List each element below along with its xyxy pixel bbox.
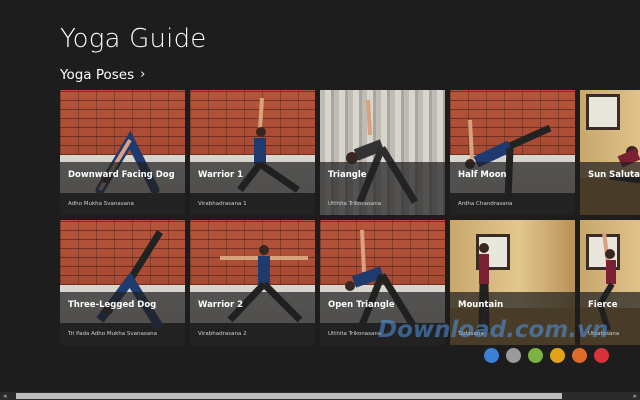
chevron-right-icon: ›: [140, 66, 146, 82]
pose-sanskrit-name: Ardha Chandrasana: [458, 201, 513, 207]
pose-sanskrit-name: Adho Mukha Svanasana: [68, 201, 134, 207]
pose-caption: Warrior 2 Virabhadrasana 2: [190, 292, 315, 345]
watermark-dot: [550, 348, 565, 363]
pose-tile-downward-facing-dog[interactable]: Downward Facing Dog Adho Mukha Svanasana: [60, 90, 185, 215]
section-header-yoga-poses[interactable]: Yoga Poses ›: [60, 67, 145, 83]
watermark-dot: [594, 348, 609, 363]
watermark-text: Download.com.vn: [378, 317, 609, 343]
pose-name: Sun Salutation: [588, 170, 640, 180]
pose-sanskrit-name: Utthita Trikonasana: [328, 331, 382, 337]
scroll-right-arrow-icon[interactable]: ▸: [633, 392, 637, 400]
pose-tile-triangle[interactable]: Triangle Utthita Trikonasana: [320, 90, 445, 215]
horizontal-scrollbar[interactable]: ◂ ▸: [0, 392, 640, 400]
pose-sanskrit-name: Virabhadrasana 2: [198, 331, 247, 337]
pose-caption: Downward Facing Dog Adho Mukha Svanasana: [60, 162, 185, 215]
pose-name: Open Triangle: [328, 300, 395, 310]
watermark-dot: [572, 348, 587, 363]
watermark-dot: [506, 348, 521, 363]
poses-grid: Downward Facing Dog Adho Mukha Svanasana…: [60, 90, 640, 345]
pose-name: Triangle: [328, 170, 367, 180]
pose-name: Fierce: [588, 300, 618, 310]
scroll-left-arrow-icon[interactable]: ◂: [3, 392, 7, 400]
section-label: Yoga Poses: [60, 67, 135, 83]
pose-caption: Triangle Utthita Trikonasana: [320, 162, 445, 215]
watermark-dot: [484, 348, 499, 363]
pose-name: Mountain: [458, 300, 504, 310]
watermark-dot: [528, 348, 543, 363]
pose-tile-sun-salutation[interactable]: Sun Salutation: [580, 90, 640, 215]
pose-caption: Warrior 1 Virabhadrasana 1: [190, 162, 315, 215]
pose-name: Warrior 2: [198, 300, 244, 310]
pose-sanskrit-name: Utthita Trikonasana: [328, 201, 382, 207]
pose-name: Warrior 1: [198, 170, 244, 180]
pose-caption: Sun Salutation: [580, 162, 640, 215]
pose-name: Downward Facing Dog: [68, 170, 175, 180]
pose-sanskrit-name: Virabhadrasana 1: [198, 201, 247, 207]
pose-caption: Half Moon Ardha Chandrasana: [450, 162, 575, 215]
pose-name: Half Moon: [458, 170, 507, 180]
pose-tile-three-legged-dog[interactable]: Three-Legged Dog Tri Pada Adho Mukha Sva…: [60, 220, 185, 345]
pose-caption: Three-Legged Dog Tri Pada Adho Mukha Sva…: [60, 292, 185, 345]
pose-tile-half-moon[interactable]: Half Moon Ardha Chandrasana: [450, 90, 575, 215]
pose-tile-warrior-2[interactable]: Warrior 2 Virabhadrasana 2: [190, 220, 315, 345]
pose-tile-warrior-1[interactable]: Warrior 1 Virabhadrasana 1: [190, 90, 315, 215]
pose-name: Three-Legged Dog: [68, 300, 157, 310]
pose-sanskrit-name: Tri Pada Adho Mukha Svanasana: [68, 331, 157, 337]
app-title: Yoga Guide: [60, 24, 207, 54]
watermark-dots: [484, 348, 609, 363]
scrollbar-thumb[interactable]: [16, 393, 562, 399]
